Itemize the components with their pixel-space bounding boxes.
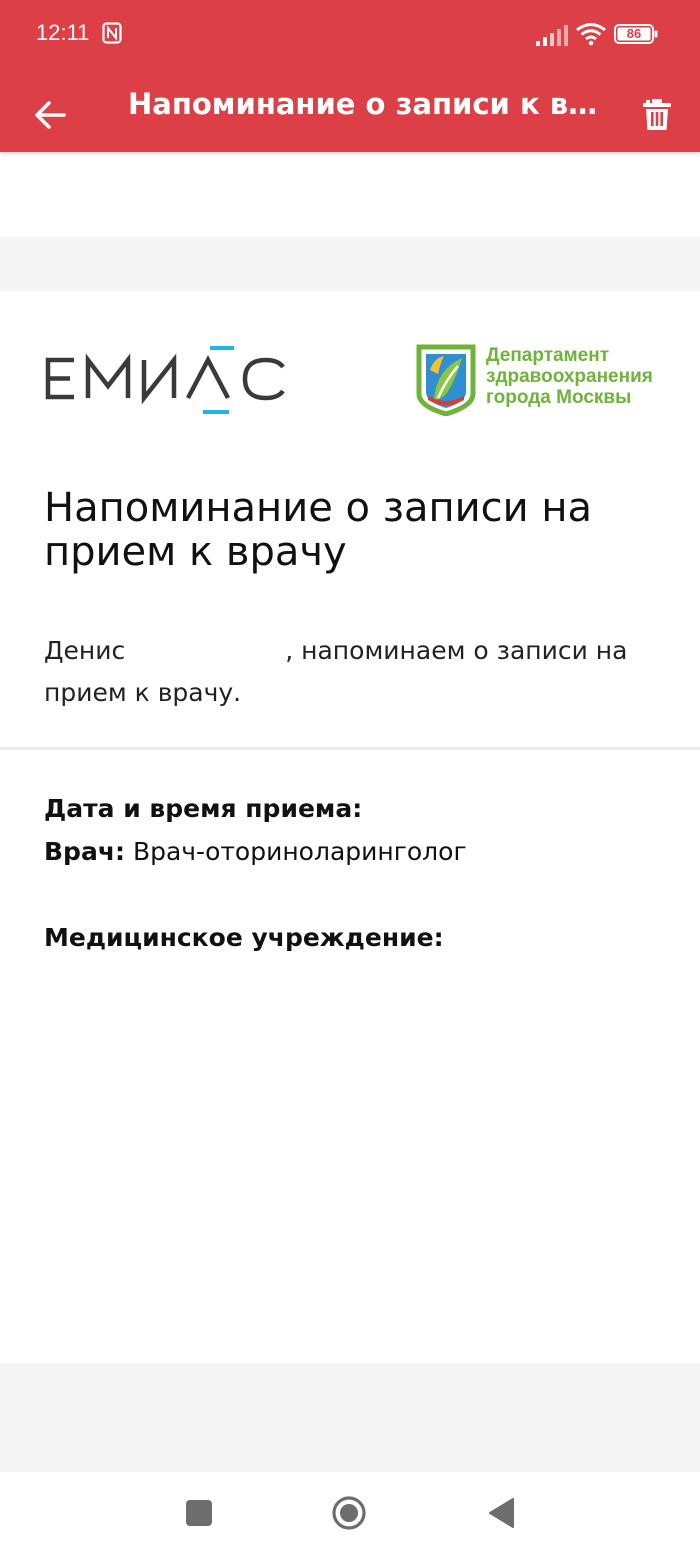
department-emblem-icon	[416, 344, 476, 416]
status-bar: 12:11 86	[0, 0, 700, 68]
department-line-3: города Москвы	[486, 387, 632, 408]
nfc-icon	[102, 22, 122, 44]
signal-icon	[536, 25, 568, 46]
datetime-row: Дата и время приема:	[44, 791, 362, 827]
emias-logo	[45, 346, 285, 414]
status-time: 12:11	[36, 20, 90, 45]
doctor-value: Врач-оториноларинголог	[132, 837, 467, 866]
greeting-rest: , напоминаем о записи на прием к врачу.	[44, 636, 628, 707]
separator-band	[0, 237, 700, 291]
clinic-row: Медицинское учреждение:	[44, 920, 444, 956]
doctor-row: Врач: Врач-оториноларинголог	[44, 834, 467, 870]
battery-level: 86	[626, 26, 642, 41]
datetime-label: Дата и время приема:	[44, 794, 363, 823]
department-logo-text: Департамент здравоохранения города Москв…	[486, 345, 686, 408]
doctor-label: Врач:	[44, 837, 125, 866]
delete-button[interactable]	[632, 82, 682, 134]
department-line-2: здравоохранения	[486, 366, 653, 387]
greeting-text: Денис, напоминаем о записи на прием к вр…	[44, 630, 664, 714]
clinic-label: Медицинское учреждение:	[44, 923, 444, 952]
navigation-bar	[0, 1472, 700, 1556]
divider	[0, 747, 700, 750]
back-button[interactable]	[24, 82, 76, 134]
recents-icon[interactable]	[186, 1500, 212, 1526]
greeting-name: Денис	[44, 636, 126, 665]
app-title: Напоминание о записи к врачу	[128, 87, 598, 121]
department-line-1: Департамент	[486, 345, 610, 366]
arrow-left-icon	[35, 101, 66, 129]
wifi-icon	[576, 23, 606, 46]
home-icon[interactable]	[332, 1496, 366, 1530]
message-heading: Напоминание о записи на прием к врачу	[44, 485, 593, 575]
back-icon[interactable]	[486, 1496, 516, 1530]
app-bar: Напоминание о записи к врачу	[0, 68, 700, 152]
trash-icon	[643, 99, 671, 130]
footer-band	[0, 1363, 700, 1472]
